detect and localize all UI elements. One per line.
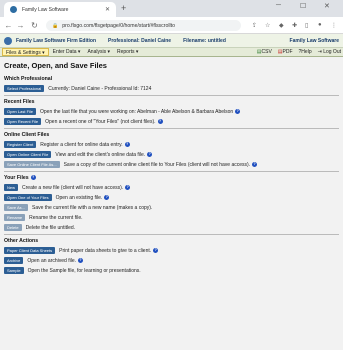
menu-files-settings[interactable]: Files & Settings ▾: [2, 48, 49, 56]
profile-icon[interactable]: ●: [318, 22, 322, 28]
divider: [4, 95, 339, 96]
help-icon[interactable]: ?: [77, 258, 83, 263]
new-file-text: Create a new file (client will not have …: [22, 184, 124, 191]
filename-label: Filename: untitled: [183, 37, 226, 44]
open-online-client-file-button[interactable]: Open Online Client File: [4, 151, 52, 158]
menu-enter-data[interactable]: Enter Data ▾: [50, 48, 84, 56]
open-recent-file-button[interactable]: Open Recent File: [4, 118, 42, 125]
paper-data-sheets-text: Print paper data sheets to give to a cli…: [59, 247, 152, 254]
tab-close-icon[interactable]: ✕: [105, 6, 110, 13]
open-your-file-text: Open an existing file.: [55, 194, 103, 201]
help-icon[interactable]: ?: [147, 152, 153, 157]
delete-text: Delete the file untitled.: [25, 224, 76, 231]
app-header: Family Law Software Firm Edition Profess…: [0, 34, 343, 48]
help-icon[interactable]: ?: [252, 162, 258, 167]
divider: [4, 171, 339, 172]
sample-text: Open the Sample file, for learning or pr…: [27, 267, 141, 274]
new-tab-icon[interactable]: +: [121, 3, 126, 13]
help-icon[interactable]: ?: [153, 248, 159, 253]
logout-icon: ⇥: [317, 49, 322, 55]
open-online-client-file-text: View and edit the client's online data f…: [55, 151, 146, 158]
help-icon[interactable]: ?: [157, 119, 163, 124]
open-last-file-button[interactable]: Open Last File: [4, 108, 37, 115]
help-icon[interactable]: ?: [30, 175, 36, 180]
menu-bar: Files & Settings ▾ Enter Data ▾ Analysis…: [0, 48, 343, 57]
forward-icon[interactable]: →: [14, 21, 27, 30]
save-as-button[interactable]: Save As...: [4, 204, 29, 211]
page-title: Create, Open, and Save Files: [4, 61, 107, 70]
register-client-button[interactable]: Register Client: [4, 141, 37, 148]
save-as-text: Save the current file with a new name (m…: [32, 204, 153, 211]
favicon-icon: [10, 6, 17, 13]
pdf-link[interactable]: ▤PDF: [278, 49, 293, 55]
section-which-professional: Which Professional: [4, 76, 53, 82]
select-professional-button[interactable]: Select Professional: [4, 85, 45, 92]
more-icon[interactable]: ⋮: [331, 22, 337, 29]
rename-button[interactable]: Rename: [4, 214, 26, 221]
open-recent-file-text: Open a recent one of "Your Files" (not c…: [45, 118, 156, 125]
lock-icon: 🔒: [52, 22, 59, 29]
help-icon[interactable]: ?: [235, 109, 241, 114]
app-title: Family Law Software Firm Edition: [16, 37, 97, 44]
divider: [4, 234, 339, 235]
browser-tab-bar: Family Law Software ✕ + ─ ☐ ✕: [0, 0, 343, 17]
extension-icon[interactable]: ◆: [279, 22, 284, 29]
professional-label: Professional: Daniel Caine: [108, 37, 172, 44]
new-file-button[interactable]: New: [4, 184, 19, 191]
puzzle-icon[interactable]: ✚: [292, 22, 297, 29]
help-icon[interactable]: ?: [125, 185, 131, 190]
menu-reports[interactable]: Reports ▾: [114, 48, 141, 56]
archive-button[interactable]: Archive: [4, 257, 24, 264]
save-online-client-file-text: Save a copy of the current online client…: [63, 161, 251, 168]
address-bar: ← → ↻ 🔒 pro.flsgo.com/flsgetpage/0/home/…: [0, 17, 343, 34]
url-text: pro.flsgo.com/flsgetpage/0/home/start/#f…: [62, 22, 175, 29]
divider: [4, 128, 339, 129]
sample-button[interactable]: Sample: [4, 267, 24, 274]
csv-link[interactable]: ▤CSV: [257, 49, 272, 55]
reload-icon[interactable]: ↻: [28, 21, 41, 30]
delete-button[interactable]: Delete: [4, 224, 22, 231]
help-icon[interactable]: ?: [124, 142, 130, 147]
share-icon[interactable]: ⇪: [252, 22, 257, 29]
browser-tab[interactable]: Family Law Software ✕: [4, 2, 116, 17]
section-other-actions: Other Actions: [4, 238, 39, 244]
maximize-icon[interactable]: ☐: [300, 2, 306, 10]
minimize-icon[interactable]: ─: [276, 2, 281, 9]
menu-analysis[interactable]: Analysis ▾: [84, 48, 113, 56]
help-link[interactable]: ?Help: [299, 49, 312, 55]
help-icon[interactable]: ?: [104, 195, 110, 200]
app-logo-icon: [4, 36, 12, 45]
save-online-client-file-button[interactable]: Save Online Client File As...: [4, 161, 60, 168]
section-your-files: Your Files?: [4, 175, 36, 181]
open-your-file-button[interactable]: Open One of Your Files: [4, 194, 52, 201]
sidebar-icon[interactable]: ▯: [305, 22, 308, 29]
open-last-file-text: Open the last file that you were working…: [40, 108, 234, 115]
tab-title: Family Law Software: [22, 6, 69, 13]
section-recent-files: Recent Files: [4, 99, 35, 105]
url-field[interactable]: 🔒 pro.flsgo.com/flsgetpage/0/home/start/…: [46, 20, 241, 31]
current-professional-text: Currently: Daniel Caine - Professional I…: [48, 85, 152, 92]
archive-text: Open an archived file.: [27, 257, 76, 264]
register-client-text: Register a client for online data entry.: [40, 141, 123, 148]
rename-text: Rename the current file.: [29, 214, 83, 221]
brand-label: Family Law Software: [289, 37, 339, 44]
logout-link[interactable]: ⇥ Log Out: [318, 49, 341, 55]
bookmark-star-icon[interactable]: ☆: [265, 22, 270, 29]
section-online-client-files: Online Client Files: [4, 132, 50, 138]
close-window-icon[interactable]: ✕: [324, 2, 330, 10]
main-content: Create, Open, and Save Files Which Profe…: [0, 57, 343, 349]
paper-data-sheets-button[interactable]: Paper Client Data Sheets: [4, 247, 56, 254]
